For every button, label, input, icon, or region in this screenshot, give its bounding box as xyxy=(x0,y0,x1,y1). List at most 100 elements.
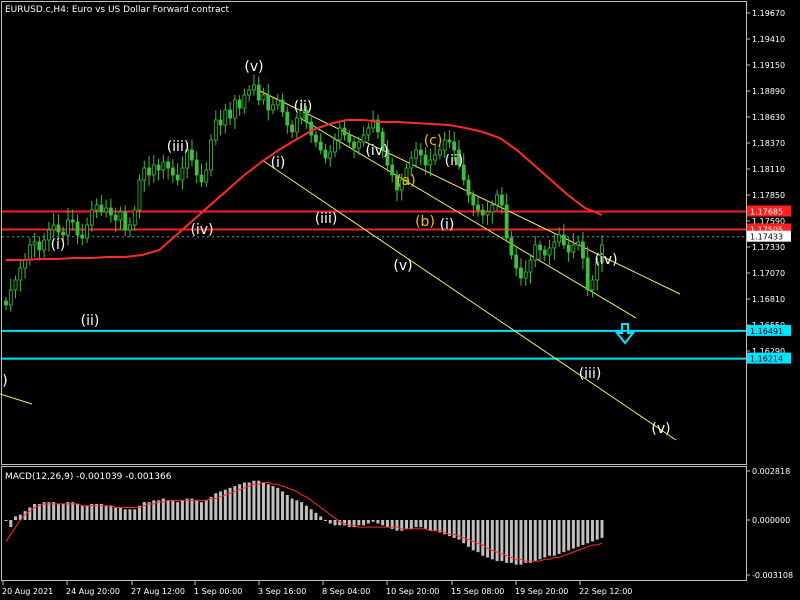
macd-bar xyxy=(509,520,513,563)
macd-bar xyxy=(190,498,194,520)
macd-bar xyxy=(109,505,113,520)
macd-bar xyxy=(466,520,470,547)
macd-bar xyxy=(52,502,56,520)
macd-bar xyxy=(281,491,285,520)
macd-bar xyxy=(424,520,428,529)
macd-bar xyxy=(104,505,108,520)
time-tick-label: 19 Sep 20:00 xyxy=(515,587,568,596)
macd-bar xyxy=(433,520,437,531)
wave-label[interactable]: (c) xyxy=(424,133,443,149)
wave-label[interactable]: (ii) xyxy=(81,313,100,329)
macd-bar xyxy=(204,500,208,520)
macd-bar xyxy=(376,520,380,524)
macd-bar xyxy=(471,520,475,551)
price-badge: 1.17685 xyxy=(747,205,791,217)
price-tick-label: 1.18890 xyxy=(752,87,785,96)
macd-bar xyxy=(4,520,8,521)
macd-bar xyxy=(266,484,270,520)
candle xyxy=(209,134,213,177)
wave-label[interactable]: (b) xyxy=(415,214,435,230)
macd-bar xyxy=(557,520,561,554)
chart-window[interactable]: (i) (ii) (iii) (iv) (v) (ii) (i) (iii) (iv) (v) (c… xyxy=(0,0,800,600)
macd-bar xyxy=(347,520,351,528)
wave-label[interactable]: (v) xyxy=(244,59,263,75)
macd-bar xyxy=(290,498,294,520)
wave-label[interactable]: (a) xyxy=(396,173,416,189)
time-tick-label: 15 Sep 08:00 xyxy=(451,587,504,596)
price-tick-label: 1.16810 xyxy=(752,295,785,304)
price-badge: 1.16491 xyxy=(747,324,791,336)
price-tick-label: 1.19670 xyxy=(752,9,785,18)
macd-bar xyxy=(490,520,494,560)
svg-text:1.16214: 1.16214 xyxy=(750,355,783,364)
macd-bar xyxy=(28,507,32,520)
wave-label[interactable]: (iv) xyxy=(594,252,617,268)
wave-label[interactable]: (v) xyxy=(393,258,412,274)
time-tick-label: 20 Aug 2021 xyxy=(2,587,53,596)
macd-bar xyxy=(56,503,60,520)
macd-bar xyxy=(176,502,180,520)
macd-bar xyxy=(71,502,75,520)
price-tick-label: 1.17070 xyxy=(752,269,785,278)
wave-label[interactable]: (i) xyxy=(271,155,286,171)
macd-bar xyxy=(295,500,299,520)
wave-label[interactable]: (i) xyxy=(440,217,455,233)
macd-bar xyxy=(524,520,528,563)
wave-label[interactable]: (iii) xyxy=(315,211,338,227)
price-badge: 1.17433 xyxy=(747,230,791,242)
macd-bar xyxy=(385,520,389,528)
macd-bar xyxy=(180,500,184,520)
wave-label[interactable]: (iii) xyxy=(167,139,190,155)
macd-bar xyxy=(257,480,261,520)
macd-bar xyxy=(586,520,590,544)
price-tick-label: 1.19150 xyxy=(752,61,785,70)
wave-label[interactable]: (i) xyxy=(51,237,66,253)
svg-text:1.17433: 1.17433 xyxy=(750,233,783,242)
macd-bar xyxy=(462,520,466,544)
macd-bar xyxy=(195,500,199,520)
wave-label[interactable]: (ii) xyxy=(294,99,313,115)
wave-label[interactable]: (ii) xyxy=(445,153,464,169)
macd-bar xyxy=(595,520,599,540)
wave-label[interactable]: (v) xyxy=(651,421,670,437)
price-tick-label: 1.18630 xyxy=(752,113,785,122)
macd-bar xyxy=(319,516,323,520)
macd-bar xyxy=(76,503,80,520)
macd-bar xyxy=(33,503,37,520)
chart-title: EURUSD.c,H4: Euro vs US Dollar Forward c… xyxy=(5,5,230,15)
macd-bar xyxy=(333,520,337,526)
time-tick-label: 27 Aug 12:00 xyxy=(131,587,185,596)
macd-bar xyxy=(247,482,251,520)
wave-label[interactable]: (iii) xyxy=(579,366,602,382)
macd-bar xyxy=(199,502,203,520)
macd-bar xyxy=(214,493,218,520)
svg-text:1.17685: 1.17685 xyxy=(750,208,783,217)
macd-bar xyxy=(409,520,413,529)
macd-bar xyxy=(548,520,552,556)
macd-bar xyxy=(543,520,547,558)
macd-bar xyxy=(571,520,575,549)
macd-bar xyxy=(395,520,399,531)
macd-bar xyxy=(209,496,213,520)
macd-bar xyxy=(271,486,275,520)
macd-bar xyxy=(567,520,571,551)
price-tick-label: 1.17330 xyxy=(752,243,785,252)
wave-label[interactable]: (iv) xyxy=(365,143,388,159)
macd-bar xyxy=(476,520,480,553)
macd-bar xyxy=(600,520,604,538)
macd-bar xyxy=(357,520,361,526)
macd-bar xyxy=(576,520,580,547)
time-tick-label: 1 Sep 00:00 xyxy=(194,587,242,596)
macd-tick-label: 0.000000 xyxy=(752,516,790,525)
macd-bar xyxy=(552,520,556,556)
macd-bar xyxy=(285,495,289,520)
macd-bar xyxy=(366,520,370,524)
macd-bar xyxy=(85,505,89,520)
wave-label[interactable]: ) xyxy=(2,373,7,389)
macd-bar xyxy=(514,520,518,565)
time-tick-label: 3 Sep 16:00 xyxy=(258,587,306,596)
wave-label[interactable]: (iv) xyxy=(190,222,213,238)
macd-bar xyxy=(128,509,132,520)
macd-bar xyxy=(261,482,265,520)
time-tick-label: 10 Sep 20:00 xyxy=(386,587,439,596)
